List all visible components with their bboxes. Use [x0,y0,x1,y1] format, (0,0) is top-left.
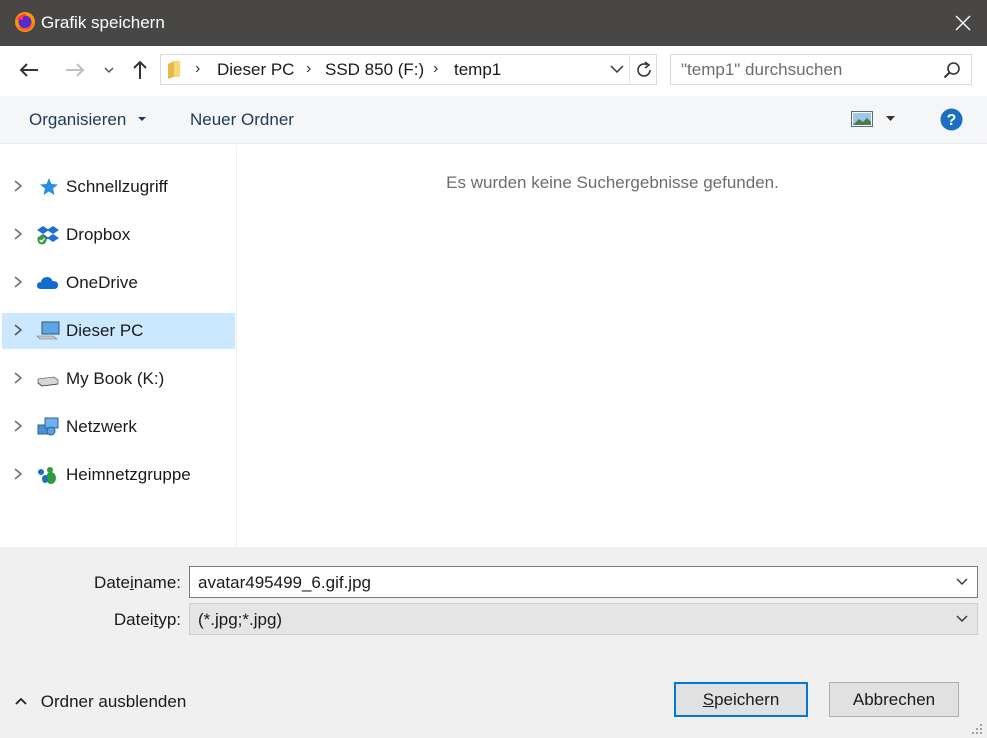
breadcrumb-separator-icon: › [195,60,201,77]
sidebar-item-heimnetzgruppe[interactable]: Heimnetzgruppe [2,457,235,493]
address-bar[interactable]: › Dieser PC › SSD 850 (F:) › temp1 [160,54,657,85]
address-dropdown-button[interactable] [605,55,629,84]
chevron-down-icon [610,65,624,74]
sidebar-item-netzwerk[interactable]: Netzwerk [2,409,235,445]
title-bar: Grafik speichern [0,0,987,46]
filetype-label: Dateityp: [113,610,181,629]
dropbox-icon [37,226,59,245]
window-title: Grafik speichern [41,13,165,32]
svg-text:?: ? [947,112,957,129]
search-input[interactable]: "temp1" durchsuchen [670,54,972,85]
arrow-left-icon [19,63,38,77]
hide-folders-button[interactable]: Ordner ausblenden [14,692,186,716]
drive-icon [37,376,59,387]
breadcrumb-temp1[interactable]: temp1 [454,60,501,80]
recent-locations-button[interactable] [100,60,118,80]
star-icon [40,178,58,195]
sidebar-item-onedrive[interactable]: OneDrive [2,265,235,301]
search-placeholder: "temp1" durchsuchen [681,60,843,79]
sidebar-item-label: Schnellzugriff [66,177,168,196]
filename-field[interactable]: avatar495499_6.gif.jpg [189,566,978,598]
forward-button[interactable] [62,58,88,82]
help-icon[interactable]: ? [940,108,963,131]
up-button[interactable] [128,58,152,82]
breadcrumb-ssd[interactable]: SSD 850 (F:) [325,60,424,80]
firefox-icon [15,12,35,32]
breadcrumb-dieser-pc[interactable]: Dieser PC [217,60,294,80]
sidebar-item-label: Netzwerk [66,417,137,436]
resize-grip-icon[interactable] [968,720,984,736]
close-button[interactable] [940,0,986,46]
chevron-right-icon[interactable] [12,179,24,193]
organize-button[interactable]: Organisieren [29,110,147,130]
save-button[interactable]: Speichern [674,682,808,717]
refresh-icon [637,60,651,77]
chevron-right-icon[interactable] [12,227,24,241]
sidebar-item-dropbox[interactable]: Dropbox [2,217,235,253]
chevron-right-icon[interactable] [12,419,24,433]
breadcrumb-separator-icon: › [306,60,312,77]
chevron-right-icon[interactable] [12,275,24,289]
close-icon [955,15,971,31]
computer-icon [36,321,60,340]
command-bar: Organisieren Neuer Ordner ? [0,96,987,144]
chevron-up-icon [15,697,27,705]
filename-value: avatar495499_6.gif.jpg [198,573,371,592]
chevron-down-icon[interactable] [955,576,969,588]
breadcrumb-separator-icon: › [433,60,439,77]
sidebar-item-label: Heimnetzgruppe [66,465,191,484]
new-folder-button[interactable]: Neuer Ordner [190,110,294,130]
caret-down-icon [886,116,895,121]
filetype-value: (*.jpg;*.jpg) [198,610,283,629]
image-view-icon [851,111,873,127]
arrow-up-icon [133,60,147,79]
sidebar-item-label: OneDrive [66,273,138,292]
sidebar-item-label: Dropbox [66,225,131,244]
homegroup-icon [38,467,56,484]
sidebar-item-label: Dieser PC [66,321,144,340]
folder-icon [168,61,180,79]
hide-folders-label: Ordner ausblenden [40,692,187,711]
chevron-down-icon[interactable] [955,613,969,625]
view-options-button[interactable] [848,108,898,132]
network-icon [37,417,59,436]
chevron-down-icon [104,67,114,74]
cancel-button[interactable]: Abbrechen [829,682,959,717]
back-button[interactable] [16,58,42,82]
navigation-pane: Schnellzugriff Dropbox OneDrive Dieser P… [0,145,237,547]
sidebar-item-schnellzugriff[interactable]: Schnellzugriff [2,169,235,205]
filename-label: Dateiname: [94,573,181,592]
chevron-right-icon[interactable] [12,371,24,385]
caret-down-icon [138,117,147,121]
filetype-select[interactable]: (*.jpg;*.jpg) [189,603,978,635]
sidebar-item-my-book[interactable]: My Book (K:) [2,361,235,397]
sidebar-item-dieser-pc[interactable]: Dieser PC [2,313,235,349]
chevron-right-icon[interactable] [12,467,24,481]
chevron-right-icon[interactable] [12,323,24,337]
refresh-button[interactable] [629,55,658,84]
organize-label: Organisieren [29,110,127,129]
file-list[interactable]: Es wurden keine Suchergebnisse gefunden. [238,145,987,547]
cloud-icon [37,277,58,289]
arrow-right-icon [66,63,85,77]
empty-results-message: Es wurden keine Suchergebnisse gefunden. [446,173,779,192]
sidebar-item-label: My Book (K:) [66,369,165,388]
search-icon[interactable] [943,61,961,79]
